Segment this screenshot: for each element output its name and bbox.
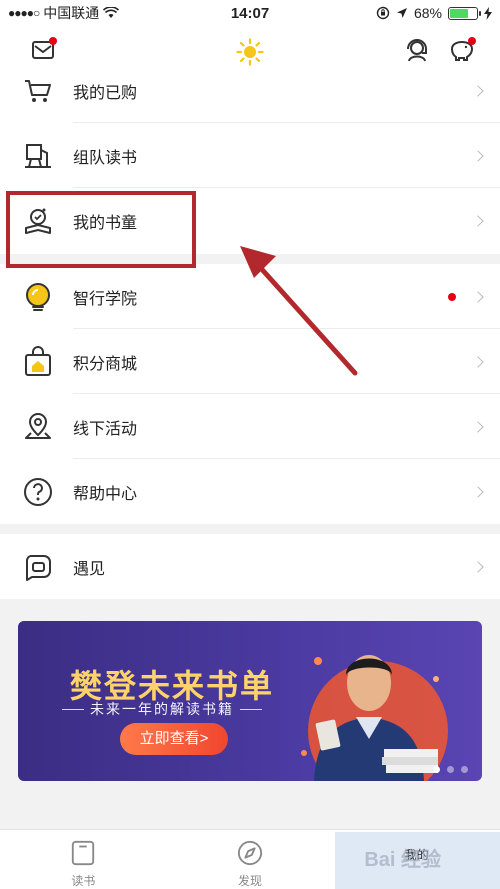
menu-item-help-center[interactable]: 帮助中心: [0, 459, 500, 524]
shopping-bag-icon: [22, 345, 54, 378]
menu-item-label: 积分商城: [73, 355, 138, 373]
menu-item-academy[interactable]: 智行学院: [0, 264, 500, 329]
chevron-right-icon: [472, 214, 484, 227]
menu-item-label: 遇见: [73, 560, 106, 578]
compass-icon: [237, 840, 263, 866]
view-now-button[interactable]: 立即查看>: [120, 723, 228, 755]
menu-item-meet[interactable]: 遇见: [0, 534, 500, 599]
highlight-box: [6, 191, 196, 268]
chevron-right-icon: [472, 290, 484, 303]
menu-item-points-mall[interactable]: 积分商城: [0, 329, 500, 394]
book-stand-icon: [22, 140, 54, 172]
profile-screen: ●●●●○ 中国联通 14:07 68% 我的已购 组队读书 我的书童 智行学院…: [0, 0, 500, 889]
chevron-right-icon: [472, 485, 484, 498]
status-time: 14:07: [230, 4, 270, 22]
pager-dot[interactable]: [461, 766, 468, 773]
piggy-bank-icon: [450, 37, 476, 61]
bottom-tab-bar: 读书 发现 我的 Bai 经验: [0, 829, 500, 889]
profile-header: [0, 26, 500, 76]
lightbulb-icon: [22, 281, 54, 313]
location-pin-icon: [22, 411, 54, 443]
menu-item-label: 线下活动: [73, 420, 138, 438]
promo-banner[interactable]: 樊登未来书单 未来一年的解读书籍 立即查看>: [18, 621, 482, 781]
theme-toggle-button[interactable]: [236, 38, 264, 71]
watermark-text: Bai 经验: [364, 849, 442, 871]
tab-label: 读书: [71, 874, 96, 888]
customer-service-icon: [407, 39, 427, 62]
chevron-right-icon: [472, 84, 484, 97]
menu-section-bottom: 遇见: [0, 534, 500, 599]
chat-bubble-icon: [22, 551, 54, 583]
help-icon: [22, 476, 54, 508]
chevron-right-icon: [472, 420, 484, 433]
menu-item-label: 智行学院: [73, 290, 138, 308]
notification-dot: [448, 292, 456, 301]
menu-item-cart[interactable]: 我的已购: [0, 76, 500, 123]
sun-icon: [236, 38, 264, 66]
menu-item-label: 组队读书: [73, 149, 138, 167]
battery-fill: [450, 8, 468, 18]
tab-discover[interactable]: 发现: [167, 830, 334, 889]
presenter-illustration: [314, 655, 438, 781]
menu-item-team-reading[interactable]: 组队读书: [0, 123, 500, 188]
tab-read[interactable]: 读书: [0, 830, 167, 889]
subtitle-line-left: [62, 708, 84, 710]
menu-item-label: 帮助中心: [73, 485, 138, 503]
banner-subtitle-row: 未来一年的解读书籍: [62, 699, 262, 719]
chevron-right-icon: [472, 355, 484, 368]
tab-label: 发现: [238, 874, 263, 888]
mail-icon: [32, 37, 57, 59]
chevron-right-icon: [472, 560, 484, 573]
wallet-button[interactable]: [447, 36, 477, 69]
menu-item-offline-events[interactable]: 线下活动: [0, 394, 500, 459]
pager-dot[interactable]: [447, 766, 454, 773]
pager-dot[interactable]: [433, 766, 440, 773]
cart-icon: [22, 76, 54, 107]
status-bar: ●●●●○ 中国联通 14:07 68%: [0, 0, 500, 26]
tab-mine[interactable]: 我的 Bai 经验: [333, 830, 500, 889]
banner-subtitle: 未来一年的解读书籍: [90, 701, 234, 717]
customer-service-button[interactable]: [404, 36, 432, 69]
menu-item-label: 我的已购: [73, 84, 138, 102]
banner-pager: [433, 766, 468, 773]
subtitle-line-right: [240, 708, 262, 710]
mail-button[interactable]: [30, 36, 58, 69]
menu-section-middle: 智行学院 积分商城 线下活动 帮助中心: [0, 264, 500, 524]
book-icon: [72, 840, 95, 866]
chevron-right-icon: [472, 149, 484, 162]
battery-icon: [448, 6, 481, 20]
